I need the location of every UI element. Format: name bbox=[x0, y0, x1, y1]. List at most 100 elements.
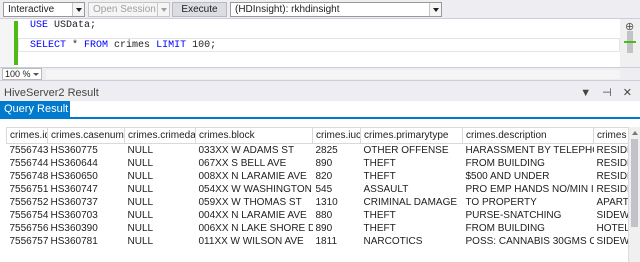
table-cell[interactable]: 7556756 bbox=[7, 222, 48, 235]
zoom-dropdown[interactable]: 100 % bbox=[2, 68, 42, 80]
grid-scrollbar[interactable] bbox=[628, 127, 640, 262]
table-cell[interactable]: 1811 bbox=[313, 235, 361, 248]
table-cell[interactable]: RESIDE bbox=[594, 183, 633, 196]
tab-query-result-1[interactable]: Query Result 1 bbox=[0, 101, 70, 132]
table-cell[interactable]: 7556748 bbox=[7, 170, 48, 183]
column-header[interactable]: crimes.id bbox=[6, 127, 48, 144]
table-cell[interactable]: NULL bbox=[125, 183, 196, 196]
column-header[interactable]: crimes.iucr bbox=[312, 127, 361, 144]
chevron-down-icon[interactable] bbox=[72, 3, 84, 16]
scroll-up-icon[interactable] bbox=[632, 131, 638, 135]
table-cell[interactable]: RESIDE bbox=[594, 170, 633, 183]
table-cell[interactable]: 2825 bbox=[313, 144, 361, 157]
table-cell[interactable]: TO PROPERTY bbox=[463, 196, 594, 209]
table-cell[interactable]: OTHER OFFENSE bbox=[361, 144, 463, 157]
result-table: crimes.id crimes.casenumber crimes.crime… bbox=[6, 127, 633, 248]
table-cell[interactable]: 7556743 bbox=[7, 144, 48, 157]
table-cell[interactable]: HS360644 bbox=[48, 157, 125, 170]
table-row[interactable]: 7556756 HS360390 NULL 006XX N LAKE SHORE DR… bbox=[7, 222, 633, 235]
table-cell[interactable]: NULL bbox=[125, 222, 196, 235]
table-cell[interactable]: 006XX N LAKE SHORE DR bbox=[196, 222, 313, 235]
table-row[interactable]: 7556757 HS360781 NULL 011XX W WILSON AVE 181… bbox=[7, 235, 633, 248]
code-text: crimes bbox=[108, 40, 157, 51]
table-row[interactable]: 7556748 HS360650 NULL 008XX N LARAMIE AVE 82… bbox=[7, 170, 633, 183]
table-cell[interactable]: NARCOTICS bbox=[361, 235, 463, 248]
table-cell[interactable]: THEFT bbox=[361, 157, 463, 170]
cluster-dropdown[interactable]: (HDInsight): rkhdinsight bbox=[230, 2, 442, 17]
panel-window-buttons[interactable]: ▼ ⊣ ✕ bbox=[580, 86, 636, 99]
table-cell[interactable]: NULL bbox=[125, 144, 196, 157]
chevron-down-icon[interactable] bbox=[33, 73, 39, 76]
table-cell[interactable]: 004XX N LARAMIE AVE bbox=[196, 209, 313, 222]
table-cell[interactable]: THEFT bbox=[361, 209, 463, 222]
table-row[interactable]: 7556743 HS360775 NULL 033XX W ADAMS ST 2825 O… bbox=[7, 144, 633, 157]
table-cell[interactable]: NULL bbox=[125, 170, 196, 183]
table-cell[interactable]: HOTEL, bbox=[594, 222, 633, 235]
column-header[interactable]: crimes bbox=[593, 127, 633, 144]
column-header[interactable]: crimes.primarytype bbox=[360, 127, 463, 144]
table-cell[interactable]: 033XX W ADAMS ST bbox=[196, 144, 313, 157]
table-cell[interactable]: APARTI bbox=[594, 196, 633, 209]
chevron-down-icon[interactable] bbox=[157, 3, 169, 16]
code-line-1[interactable]: USE USData; bbox=[30, 20, 96, 31]
table-cell[interactable]: THEFT bbox=[361, 222, 463, 235]
table-cell[interactable]: $500 AND UNDER bbox=[463, 170, 594, 183]
grid-scroll-thumb[interactable] bbox=[631, 139, 638, 227]
table-row[interactable]: 7556752 HS360737 NULL 059XX W THOMAS ST 1310… bbox=[7, 196, 633, 209]
chevron-down-icon[interactable] bbox=[429, 3, 441, 16]
table-row[interactable]: 7556744 HS360644 NULL 067XX S BELL AVE 890 TH… bbox=[7, 157, 633, 170]
table-cell[interactable]: ASSAULT bbox=[361, 183, 463, 196]
table-cell[interactable]: POSS: CANNABIS 30GMS OR LESS bbox=[463, 235, 594, 248]
table-cell[interactable]: 011XX W WILSON AVE bbox=[196, 235, 313, 248]
table-cell[interactable]: NULL bbox=[125, 235, 196, 248]
table-cell[interactable]: HS360781 bbox=[48, 235, 125, 248]
table-cell[interactable]: 1310 bbox=[313, 196, 361, 209]
table-cell[interactable]: HS360747 bbox=[48, 183, 125, 196]
table-cell[interactable]: PRO EMP HANDS NO/MIN INJURY bbox=[463, 183, 594, 196]
table-cell[interactable]: 067XX S BELL AVE bbox=[196, 157, 313, 170]
table-cell[interactable]: 059XX W THOMAS ST bbox=[196, 196, 313, 209]
table-row[interactable]: 7556754 HS360703 NULL 004XX N LARAMIE AVE 88… bbox=[7, 209, 633, 222]
table-cell[interactable]: HS360650 bbox=[48, 170, 125, 183]
table-cell[interactable]: HARASSMENT BY TELEPHONE bbox=[463, 144, 594, 157]
table-cell[interactable]: RESIDE bbox=[594, 157, 633, 170]
table-cell[interactable]: HS360703 bbox=[48, 209, 125, 222]
editor-horizontal-scrollbar[interactable] bbox=[46, 70, 620, 79]
table-cell[interactable]: NULL bbox=[125, 157, 196, 170]
table-cell[interactable]: 545 bbox=[313, 183, 361, 196]
table-cell[interactable]: 890 bbox=[313, 157, 361, 170]
table-cell[interactable]: 054XX W WASHINGTON BLVD bbox=[196, 183, 313, 196]
mode-dropdown[interactable]: Interactive bbox=[3, 2, 85, 17]
query-editor[interactable]: USE USData; SELECT * FROM crimes LIMIT 1… bbox=[0, 19, 640, 67]
table-cell[interactable]: NULL bbox=[125, 209, 196, 222]
table-cell[interactable]: PURSE-SNATCHING bbox=[463, 209, 594, 222]
table-cell[interactable]: 7556752 bbox=[7, 196, 48, 209]
column-header[interactable]: crimes.crimedate bbox=[124, 127, 196, 144]
column-header[interactable]: crimes.casenumber bbox=[47, 127, 125, 144]
table-cell[interactable]: SIDEWA bbox=[594, 209, 633, 222]
table-cell[interactable]: 7556744 bbox=[7, 157, 48, 170]
table-cell[interactable]: FROM BUILDING bbox=[463, 222, 594, 235]
table-cell[interactable]: SIDEWA bbox=[594, 235, 633, 248]
table-cell[interactable]: 008XX N LARAMIE AVE bbox=[196, 170, 313, 183]
table-cell[interactable]: RESIDE bbox=[594, 144, 633, 157]
execute-button[interactable]: Execute bbox=[172, 2, 227, 17]
table-cell[interactable]: 880 bbox=[313, 209, 361, 222]
code-line-3[interactable]: SELECT * FROM crimes LIMIT 100; bbox=[30, 40, 216, 51]
table-cell[interactable]: 7556754 bbox=[7, 209, 48, 222]
table-cell[interactable]: 7556757 bbox=[7, 235, 48, 248]
table-cell[interactable]: FROM BUILDING bbox=[463, 157, 594, 170]
open-session-dropdown[interactable]: Open Session bbox=[88, 2, 170, 17]
table-cell[interactable]: 890 bbox=[313, 222, 361, 235]
table-cell[interactable]: CRIMINAL DAMAGE bbox=[361, 196, 463, 209]
table-cell[interactable]: 820 bbox=[313, 170, 361, 183]
table-cell[interactable]: HS360390 bbox=[48, 222, 125, 235]
table-cell[interactable]: 7556751 bbox=[7, 183, 48, 196]
table-cell[interactable]: HS360737 bbox=[48, 196, 125, 209]
column-header[interactable]: crimes.description bbox=[462, 127, 594, 144]
column-header[interactable]: crimes.block bbox=[195, 127, 313, 144]
table-cell[interactable]: THEFT bbox=[361, 170, 463, 183]
table-cell[interactable]: NULL bbox=[125, 196, 196, 209]
table-row[interactable]: 7556751HS360747NULL054XX W WASHINGTON BL… bbox=[7, 183, 633, 196]
table-cell[interactable]: HS360775 bbox=[48, 144, 125, 157]
